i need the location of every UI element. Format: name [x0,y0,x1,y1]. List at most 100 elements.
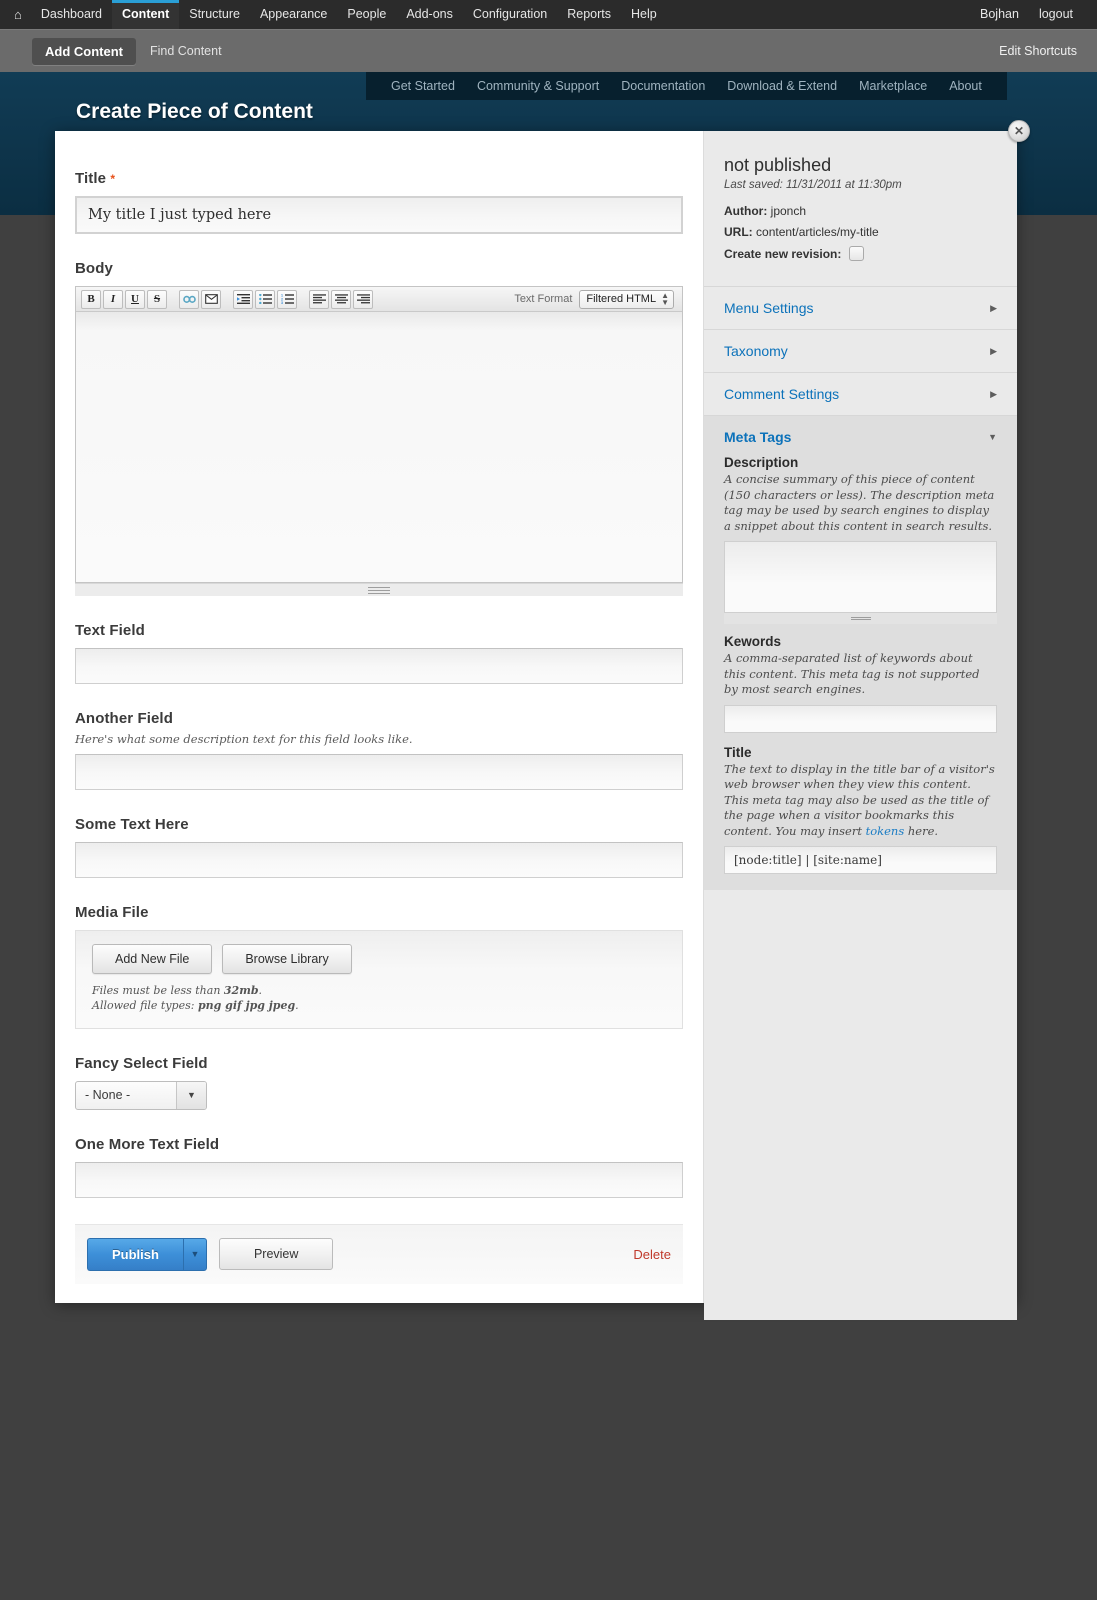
url-label: URL: [724,225,753,239]
align-center-icon[interactable] [331,289,351,309]
nav-item-appearance[interactable]: Appearance [250,0,337,29]
banner-link-download-extend[interactable]: Download & Extend [716,79,848,93]
media-types-note-value: png gif jpg jpeg [197,998,296,1012]
home-icon[interactable]: ⌂ [0,0,31,29]
accordion-meta-tags: Meta Tags ▼ Description A concise summar… [704,415,1017,891]
numbered-list-icon[interactable]: 123 [277,289,297,309]
bold-icon[interactable]: B [81,289,101,309]
nav-item-configuration[interactable]: Configuration [463,0,557,29]
tokens-link[interactable]: tokens [866,824,905,838]
svg-text:3: 3 [281,301,283,304]
body-textarea[interactable] [76,312,682,582]
grip-lines-icon [368,585,390,596]
banner-link-get-started[interactable]: Get Started [380,79,466,93]
author-row: Author: jponch [724,204,997,218]
create-new-revision-checkbox[interactable] [848,246,864,261]
meta-keywords-help: A comma-separated list of keywords about… [724,651,980,697]
nav-item-dashboard[interactable]: Dashboard [31,0,112,29]
nav-item-content[interactable]: Content [112,0,180,29]
meta-keywords-input[interactable] [724,704,997,733]
revision-row: Create new revision: [724,246,997,261]
underline-icon[interactable]: U [125,289,145,309]
accordion-meta-tags-header[interactable]: Meta Tags ▼ [704,416,1017,449]
field-another-field: Another Field Here's what some descripti… [75,710,683,790]
shortcut-bar: Add Content Find Content Edit Shortcuts [0,29,1097,72]
banner-link-documentation[interactable]: Documentation [610,79,716,93]
email-icon[interactable] [201,289,221,309]
media-types-note-prefix: Allowed file types: [92,998,198,1012]
preview-button[interactable]: Preview [218,1238,334,1271]
one-more-text-field-input[interactable] [75,1161,683,1198]
some-text-here-input[interactable] [75,842,683,878]
body-resize-handle[interactable] [75,583,683,596]
shortcut-find-content[interactable]: Find Content [150,44,222,58]
account-name[interactable]: Bojhan [970,0,1029,29]
nav-item-help[interactable]: Help [621,0,667,29]
meta-description-resize-handle[interactable] [724,613,997,625]
meta-title-input[interactable] [724,846,997,875]
italic-icon[interactable]: I [103,289,123,309]
url-value: content/articles/my-title [756,225,879,239]
nav-item-reports[interactable]: Reports [557,0,621,29]
nav-item-structure[interactable]: Structure [179,0,250,29]
admin-toolbar: ⌂ Dashboard Content Structure Appearance… [0,0,1097,29]
close-icon[interactable]: ✕ [1008,120,1030,142]
content-sidebar: not published Last saved: 11/31/2011 at … [703,131,1017,1321]
bullet-list-icon[interactable] [255,289,275,309]
another-field-input[interactable] [75,754,683,790]
field-text-field: Text Field [75,622,683,684]
meta-title-help-part2: here. [904,823,939,838]
banner-link-marketplace[interactable]: Marketplace [848,79,938,93]
field-some-text-here: Some Text Here [75,816,683,878]
nav-item-people[interactable]: People [337,0,396,29]
link-icon[interactable] [179,289,199,309]
sidebar-empty-area [704,890,1017,1321]
accordion-comment-settings[interactable]: Comment Settings ▶ [704,372,1017,415]
field-media-file: Media File Add New File Browse Library F… [75,904,683,1029]
text-format-select[interactable]: Filtered HTML ▲ ▼ [579,289,674,309]
chevron-updown-icon: ▲ ▼ [661,291,669,307]
media-types-note: Allowed file types: png gif jpg jpeg. [92,998,299,1012]
accordion-menu-settings-label: Menu Settings [724,300,814,316]
field-another-field-description: Here's what some description text for th… [75,732,413,746]
meta-description-textarea[interactable] [724,541,997,614]
indent-icon[interactable] [233,289,253,309]
align-right-icon[interactable] [353,289,373,309]
page-title: Create Piece of Content [76,100,313,123]
media-size-note-value: 32mb [223,984,259,997]
media-size-note-prefix: Files must be less than [92,984,224,997]
accordion-menu-settings[interactable]: Menu Settings ▶ [704,286,1017,329]
nav-item-add-ons[interactable]: Add-ons [396,0,463,29]
status-badge: not published [724,155,832,175]
content-form: Title * Body B I U S [55,131,703,1303]
text-format-label: Text Format [514,293,573,305]
field-fancy-select: Fancy Select Field - None - ▼ [75,1055,683,1110]
accordion-taxonomy[interactable]: Taxonomy ▶ [704,329,1017,372]
logout-link[interactable]: logout [1029,0,1083,29]
field-body: Body B I U S 1 2 3 Text Format Filtered … [75,260,683,596]
field-title: Title * [75,170,683,234]
meta-title-section: Title The text to display in the title b… [704,733,1017,875]
meta-keywords-section: Kewords A comma-separated list of keywor… [704,624,1017,733]
shortcut-add-content[interactable]: Add Content [32,37,136,65]
media-buttons: Add New File Browse Library [92,944,666,974]
delete-link[interactable]: Delete [633,1247,671,1262]
strikethrough-icon[interactable]: S [147,289,167,309]
publish-button[interactable]: Publish [87,1237,183,1271]
title-input[interactable] [75,196,683,234]
add-new-file-button[interactable]: Add New File [92,944,213,974]
browse-library-button[interactable]: Browse Library [222,944,352,974]
text-field-input[interactable] [75,648,683,684]
text-format-group: Text Format Filtered HTML ▲ ▼ [514,289,678,309]
chevron-right-icon: ▶ [990,388,997,399]
banner-link-about[interactable]: About [938,79,993,93]
chevron-right-icon: ▶ [990,345,997,356]
media-widget: Add New File Browse Library Files must b… [75,930,683,1029]
site-banner-nav: Get Started Community & Support Document… [366,72,1007,100]
fancy-select-dropdown[interactable]: - None - ▼ [75,1080,207,1110]
banner-link-community-support[interactable]: Community & Support [466,79,610,93]
publish-dropdown-icon[interactable]: ▼ [182,1237,207,1271]
field-media-file-label: Media File [75,904,149,921]
edit-shortcuts-link[interactable]: Edit Shortcuts [999,44,1097,58]
align-left-icon[interactable] [309,289,329,309]
